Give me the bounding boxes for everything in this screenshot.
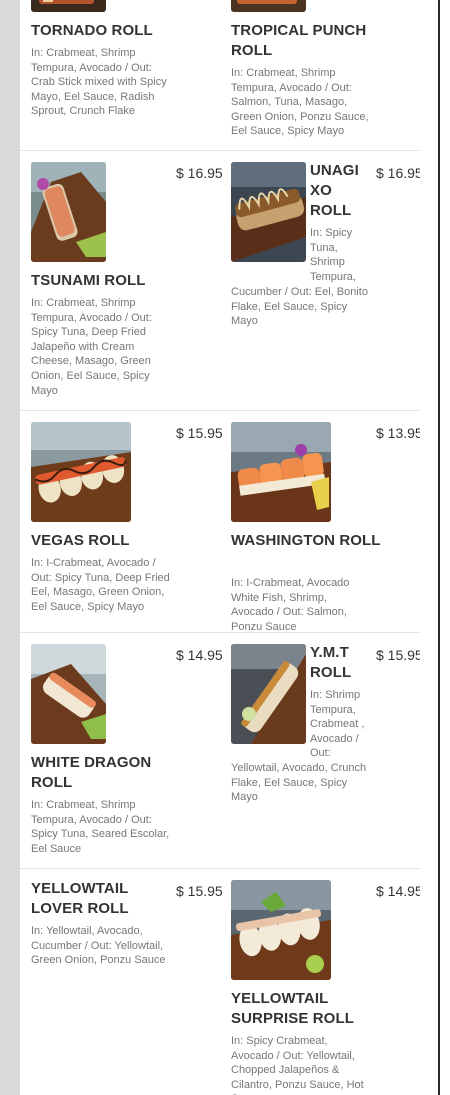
item-price: $ 16.95 xyxy=(376,165,420,181)
item-photo xyxy=(231,880,331,980)
item-price: $ 14.95 xyxy=(176,647,222,663)
menu-item-tornado-roll[interactable]: TORNADO ROLL In: Crabmeat, Shrimp Tempur… xyxy=(20,0,220,150)
item-description: In: I-Crabmeat, Avocado / Out: Spicy Tun… xyxy=(31,557,170,613)
menu-item-tsunami-roll[interactable]: $ 16.95 TSUNAMI ROLL In: Crabmeat, Shrim… xyxy=(20,151,222,410)
item-photo xyxy=(231,644,306,744)
item-price: $ 13.95 xyxy=(376,425,420,441)
menu-item-yellowtail-surprise-roll[interactable]: $ 14.95 YELLOWTAIL SURPRISE ROLL In: Spi… xyxy=(220,869,420,1095)
item-name: TORNADO ROLL xyxy=(31,22,153,39)
item-name: VEGAS ROLL xyxy=(31,532,130,549)
item-name: WASHINGTON ROLL xyxy=(231,532,381,549)
item-description: In: Yellowtail, Avocado, Cucumber / Out:… xyxy=(31,925,166,967)
menu-item-washington-roll[interactable]: $ 13.95 WASHINGTON ROLL In: I-Crabmeat, … xyxy=(220,411,420,633)
menu-item-vegas-roll[interactable]: $ 15.95 VEGAS ROLL In: I-Crabmeat, Avoca… xyxy=(20,411,222,632)
item-name: WHITE DRAGON ROLL xyxy=(31,754,152,791)
item-name: YELLOWTAIL LOVER ROLL xyxy=(31,880,129,917)
menu-page: TORNADO ROLL In: Crabmeat, Shrimp Tempur… xyxy=(20,0,420,1095)
item-price: $ 15.95 xyxy=(176,425,222,441)
menu-item-yellowtail-lover-roll[interactable]: $ 15.95 YELLOWTAIL LOVER ROLL In: Yellow… xyxy=(20,869,222,1095)
item-photo xyxy=(231,0,306,12)
item-name: Y.M.T ROLL xyxy=(310,644,352,681)
item-price: $ 16.95 xyxy=(176,165,222,181)
item-description: In: Spicy Tuna, Shrimp Tempura, xyxy=(310,227,356,283)
menu-item-unagi-xo-roll[interactable]: $ 16.95 UNAGI XO ROLL In: Spicy Tuna, Sh… xyxy=(220,151,420,410)
item-photo xyxy=(31,162,106,262)
item-photo xyxy=(231,162,306,262)
menu-row: $ 16.95 TSUNAMI ROLL In: Crabmeat, Shrim… xyxy=(20,151,420,411)
item-name: UNAGI XO ROLL xyxy=(310,162,359,219)
item-price: $ 14.95 xyxy=(376,883,420,899)
item-photo xyxy=(231,422,331,522)
item-description: In: Crabmeat, Shrimp Tempura, Avocado / … xyxy=(231,67,369,138)
menu-item-tropical-punch-roll[interactable]: TROPICAL PUNCH ROLL In: Crabmeat, Shrimp… xyxy=(220,0,420,150)
item-price: $ 15.95 xyxy=(176,883,222,899)
item-photo xyxy=(31,422,131,522)
item-description: In: Spicy Crabmeat, Avocado / Out: Yello… xyxy=(231,1035,364,1095)
page-edge xyxy=(420,0,450,1095)
item-description-continued: Yellowtail, Avocado, Crunch Flake, Eel S… xyxy=(231,762,367,804)
menu-row: $ 15.95 YELLOWTAIL LOVER ROLL In: Yellow… xyxy=(20,869,420,1095)
item-name: YELLOWTAIL SURPRISE ROLL xyxy=(231,990,354,1027)
menu-row: $ 15.95 VEGAS ROLL In: I-Crabmeat, Avoca… xyxy=(20,411,420,633)
item-description-continued: Cucumber / Out: Eel, Bonito Flake, Eel S… xyxy=(231,286,368,328)
menu-row: $ 14.95 WHITE DRAGON ROLL In: Crabmeat, … xyxy=(20,633,420,869)
item-description: In: Crabmeat, Shrimp Tempura, Avocado / … xyxy=(31,799,170,855)
item-photo xyxy=(31,0,106,12)
menu-item-ymt-roll[interactable]: $ 15.95 Y.M.T ROLL In: Shrimp Tempura, C… xyxy=(220,633,420,868)
edge-divider xyxy=(438,0,440,1095)
item-description: In: Crabmeat, Shrimp Tempura, Avocado / … xyxy=(31,47,167,118)
menu-item-white-dragon-roll[interactable]: $ 14.95 WHITE DRAGON ROLL In: Crabmeat, … xyxy=(20,633,222,868)
item-name: TROPICAL PUNCH ROLL xyxy=(231,22,367,59)
item-description: In: Crabmeat, Shrimp Tempura, Avocado / … xyxy=(31,297,152,397)
menu-row: TORNADO ROLL In: Crabmeat, Shrimp Tempur… xyxy=(20,0,420,151)
item-description: In: I-Crabmeat, Avocado White Fish, Shri… xyxy=(231,577,350,633)
item-name: TSUNAMI ROLL xyxy=(31,272,146,289)
item-price: $ 15.95 xyxy=(376,647,420,663)
item-photo xyxy=(31,644,106,744)
item-description: In: Shrimp Tempura, Crabmeat , Avocado /… xyxy=(310,689,365,760)
